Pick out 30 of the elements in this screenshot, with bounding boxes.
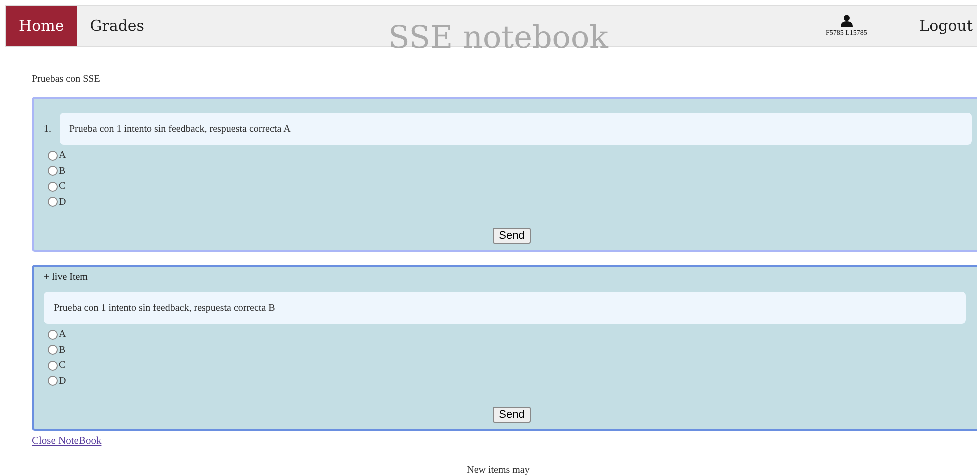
page-title: SSE notebook <box>388 20 608 56</box>
user-icon <box>840 15 853 27</box>
nav-tab[interactable]: Grades <box>77 6 158 46</box>
radio-button[interactable] <box>48 330 58 340</box>
logout-link[interactable]: Logout <box>920 17 973 35</box>
option-label: A <box>59 150 66 162</box>
send-button[interactable]: Send <box>493 407 531 423</box>
option-label: D <box>59 376 66 387</box>
radio-button[interactable] <box>48 150 58 161</box>
radio-button[interactable] <box>48 166 58 176</box>
question-text: Prueba con 1 intento sin feedback, respuesta correcta A <box>70 124 291 134</box>
item-header: + live Item <box>44 272 89 283</box>
footer-text: New items may <box>467 465 530 475</box>
radio-button[interactable] <box>48 345 58 356</box>
close-notebook-link[interactable]: Close NoteBook <box>32 436 102 447</box>
option-label: A <box>59 329 66 340</box>
item-number: 1. <box>44 124 52 134</box>
option-label: B <box>59 344 66 356</box>
option-label: D <box>59 196 66 208</box>
notebook-name: Pruebas con SSE <box>32 74 102 87</box>
radio-button[interactable] <box>48 360 58 371</box>
question-text: Prueba con 1 intento sin feedback, respuesta correcta B <box>54 302 276 314</box>
send-button[interactable]: Send <box>493 228 531 244</box>
radio-button[interactable] <box>48 197 58 208</box>
nav-tab[interactable]: Home <box>6 6 78 46</box>
option-label: B <box>59 166 66 177</box>
radio-button[interactable] <box>48 376 58 386</box>
option-label: C <box>59 360 66 372</box>
radio-button[interactable] <box>48 182 58 192</box>
option-label: C <box>59 181 66 192</box>
